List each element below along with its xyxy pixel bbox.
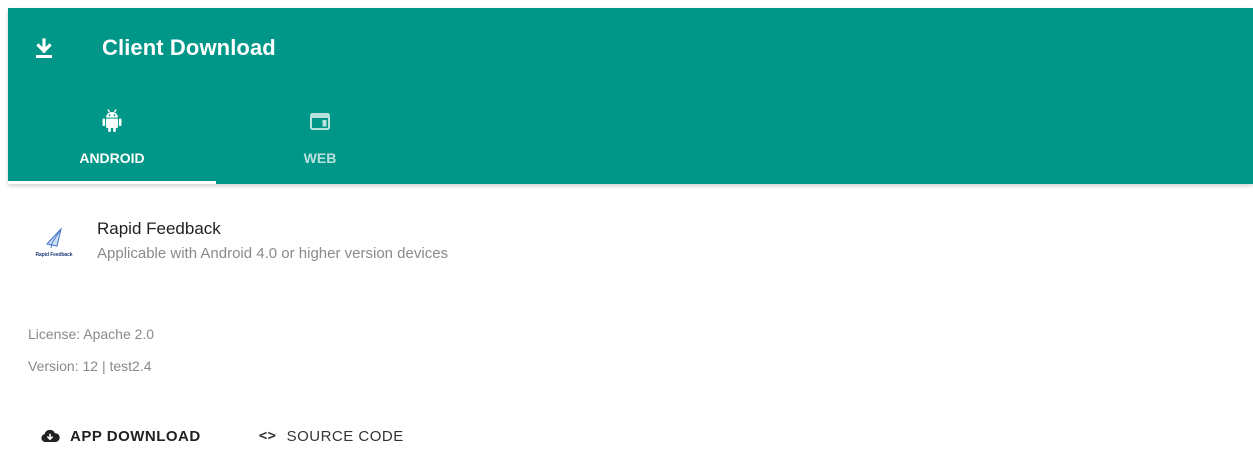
platform-tabs: ANDROID WEB	[8, 102, 424, 184]
app-logo: Rapid Feedback	[28, 224, 80, 264]
android-icon	[102, 109, 122, 132]
header-toolbar: Client Download ANDROID WEB	[8, 8, 1253, 184]
logo-caption: Rapid Feedback	[35, 252, 73, 258]
tab-web[interactable]: WEB	[216, 102, 424, 184]
source-code-label: SOURCE CODE	[286, 427, 404, 445]
app-name: Rapid Feedback	[97, 219, 221, 238]
app-description: Applicable with Android 4.0 or higher ve…	[97, 245, 449, 262]
client-download-page: Client Download ANDROID WEB Rapid Feedba…	[0, 0, 1253, 472]
tab-android-label: ANDROID	[79, 150, 145, 166]
paper-plane-icon	[46, 227, 62, 249]
action-bar: APP DOWNLOAD <> SOURCE CODE	[28, 420, 416, 452]
app-download-label: APP DOWNLOAD	[70, 427, 201, 445]
cloud-download-icon	[41, 429, 60, 442]
active-tab-indicator	[8, 181, 216, 184]
title-row: Client Download	[8, 8, 1253, 90]
code-icon: <>	[258, 428, 277, 444]
download-icon[interactable]	[34, 38, 54, 60]
app-download-button[interactable]: APP DOWNLOAD	[28, 420, 213, 452]
tab-android[interactable]: ANDROID	[8, 102, 216, 184]
source-code-button[interactable]: <> SOURCE CODE	[247, 420, 416, 452]
tab-web-label: WEB	[303, 150, 337, 166]
license-text: License: Apache 2.0	[28, 326, 155, 342]
web-window-icon	[310, 113, 330, 130]
version-text: Version: 12 | test2.4	[28, 358, 152, 374]
page-title: Client Download	[102, 35, 276, 60]
